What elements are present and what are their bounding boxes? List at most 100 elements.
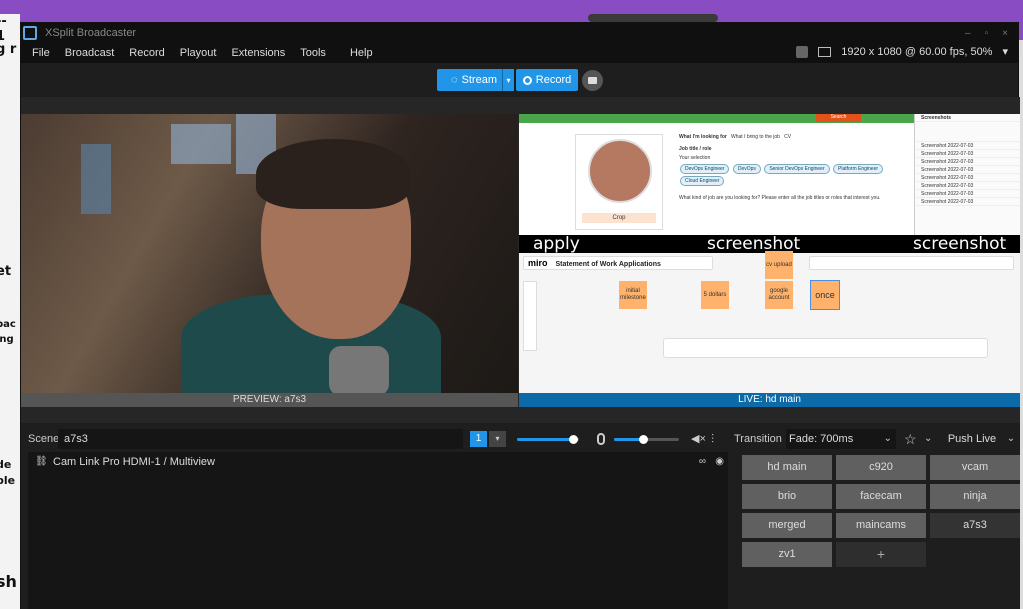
- desktop-left-strip: -- 1 g r et bac ing de ble sh: [0, 14, 20, 609]
- profile-card: Crop: [575, 134, 663, 230]
- resolution-dropdown[interactable]: 1920 x 1080 @ 60.00 fps, 50%: [841, 46, 992, 58]
- preview-label: PREVIEW: a7s3: [21, 393, 518, 407]
- desktop-text: ble: [0, 474, 16, 487]
- sticky-note: once: [810, 280, 840, 310]
- form-tab: What I'm looking for: [679, 134, 727, 140]
- live-screen[interactable]: Search Crop What I'm looking for What I …: [519, 114, 1020, 393]
- menu-file[interactable]: File: [32, 47, 50, 59]
- desktop-text: -- 1: [0, 14, 7, 44]
- scene-button-zv1[interactable]: zv1: [742, 542, 832, 567]
- crop-button: Crop: [582, 213, 656, 223]
- desktop-top-strip: [0, 0, 1023, 14]
- stream-icon: ◌: [450, 74, 458, 86]
- audio-mixer-icon[interactable]: ⫶: [711, 432, 723, 446]
- profile-photo: [588, 139, 652, 203]
- wall-poster: [171, 124, 231, 164]
- stage-area: PREVIEW: a7s3 Search Crop What I'm looki…: [21, 97, 1020, 423]
- miro-logo: miro: [528, 258, 548, 268]
- maximize-button[interactable]: ▫: [985, 28, 989, 39]
- chevron-down-icon[interactable]: ⌄: [924, 429, 932, 449]
- menu-playout[interactable]: Playout: [180, 47, 217, 59]
- scene-button-brio[interactable]: brio: [742, 484, 832, 509]
- menu-record[interactable]: Record: [129, 47, 164, 59]
- sticky-note: google account: [765, 281, 793, 309]
- menu-help[interactable]: Help: [350, 47, 373, 59]
- scene-button-facecam[interactable]: facecam: [836, 484, 926, 509]
- resolution-icon: [818, 46, 832, 57]
- explorer-title: Screenshots: [915, 114, 1020, 122]
- record-button[interactable]: Record: [516, 69, 578, 91]
- sticky-note: 5 dollars: [701, 281, 729, 309]
- explorer-row: Screenshot 2022-07-03: [915, 174, 1020, 182]
- title-bar[interactable]: XSplit Broadcaster – ▫ ×: [21, 23, 1018, 43]
- transition-label: Transition: [734, 433, 782, 445]
- scene-button-a7s3[interactable]: a7s3: [930, 513, 1020, 538]
- form-tab: CV: [784, 134, 792, 140]
- bottom-panel: Scene a7s3 1 ▾ ◀× ⫶ ⛓ Cam Link Pro HDMI-…: [21, 423, 1020, 609]
- share-icon[interactable]: [796, 45, 809, 58]
- xsplit-window: XSplit Broadcaster – ▫ × File Broadcast …: [20, 22, 1020, 609]
- source-item[interactable]: ⛓ Cam Link Pro HDMI-1 / Multiview ∞ ◉: [28, 452, 728, 472]
- miro-board: miro Statement of Work Applications init…: [519, 251, 1020, 393]
- scene-label: Scene: [28, 433, 60, 445]
- screenshot-button[interactable]: [582, 70, 603, 91]
- source-name: Cam Link Pro HDMI-1 / Multiview: [53, 456, 215, 468]
- sticky-note: cv upload: [765, 251, 793, 279]
- chevron-down-icon[interactable]: ▾: [1002, 45, 1008, 58]
- person-hair: [256, 139, 411, 209]
- mic-volume-slider[interactable]: [614, 435, 679, 444]
- scene-button-c920[interactable]: c920: [836, 455, 926, 480]
- mic-volume-knob[interactable]: [639, 435, 649, 444]
- role-chip: Senior DevOps Engineer: [764, 164, 830, 174]
- speaker-volume-slider[interactable]: [517, 435, 579, 444]
- desktop-text: sh: [0, 572, 17, 591]
- role-chip: DevOps: [732, 164, 761, 174]
- speaker-volume-fill: [517, 438, 573, 441]
- form-title: Job title / role: [679, 146, 712, 152]
- menu-tools[interactable]: Tools: [300, 47, 326, 59]
- scene-bar: Scene a7s3 1 ▾ ◀× ⫶: [21, 429, 731, 449]
- menu-extensions[interactable]: Extensions: [231, 47, 285, 59]
- speaker-mute-icon[interactable]: ◀×: [691, 434, 706, 445]
- stream-button[interactable]: ◌ Stream: [437, 69, 511, 91]
- chevron-down-icon: ⌄: [883, 433, 892, 444]
- menu-broadcast[interactable]: Broadcast: [65, 47, 115, 59]
- explorer-row: Screenshot 2022-07-03: [915, 182, 1020, 190]
- scene-number-button[interactable]: 1: [470, 431, 487, 447]
- add-scene-button[interactable]: +: [836, 542, 926, 567]
- form-tab: What I bring to the job: [731, 134, 780, 140]
- explorer-row: Screenshot 2022-07-03: [915, 150, 1020, 158]
- scene-button-maincams[interactable]: maincams: [836, 513, 926, 538]
- scene-dropdown-button[interactable]: ▾: [489, 431, 506, 447]
- form-subtitle: Your selection: [679, 155, 711, 161]
- stream-dropdown-button[interactable]: ▾: [502, 69, 514, 91]
- record-label: Record: [535, 74, 572, 86]
- speaker-volume-knob[interactable]: [568, 435, 578, 444]
- scene-button-hd-main[interactable]: hd main: [742, 455, 832, 480]
- link-icon[interactable]: ∞: [699, 456, 706, 467]
- push-live-button[interactable]: Push Live: [942, 429, 1002, 449]
- scene-button-merged[interactable]: merged: [742, 513, 832, 538]
- scene-button-ninja[interactable]: ninja: [930, 484, 1020, 509]
- explorer-row: Screenshot 2022-07-03: [915, 158, 1020, 166]
- preview-screen[interactable]: [21, 114, 518, 393]
- close-button[interactable]: ×: [1002, 28, 1008, 39]
- wall-poster: [81, 144, 111, 214]
- microphone: [329, 346, 389, 393]
- minimize-button[interactable]: –: [965, 28, 971, 39]
- form-question: What kind of job are you looking for? Pl…: [679, 195, 881, 201]
- eye-icon[interactable]: ◉: [715, 456, 724, 467]
- push-live-dropdown[interactable]: ⌄: [1002, 429, 1020, 449]
- miro-board-title: Statement of Work Applications: [555, 261, 661, 268]
- role-chip: DevOps Engineer: [680, 164, 730, 174]
- star-icon[interactable]: ☆: [904, 430, 917, 448]
- desktop-text: g r: [0, 42, 17, 57]
- transition-select[interactable]: Fade: 700ms ⌄: [786, 429, 896, 449]
- scene-name-field[interactable]: a7s3: [58, 429, 463, 449]
- desktop-text: de: [0, 458, 12, 471]
- microphone-icon[interactable]: [597, 433, 605, 445]
- scene-button-vcam[interactable]: vcam: [930, 455, 1020, 480]
- live-browser-capture: Search Crop What I'm looking for What I …: [519, 114, 1020, 235]
- desktop-text: ing: [0, 334, 14, 345]
- role-chip: Platform Engineer: [833, 164, 884, 174]
